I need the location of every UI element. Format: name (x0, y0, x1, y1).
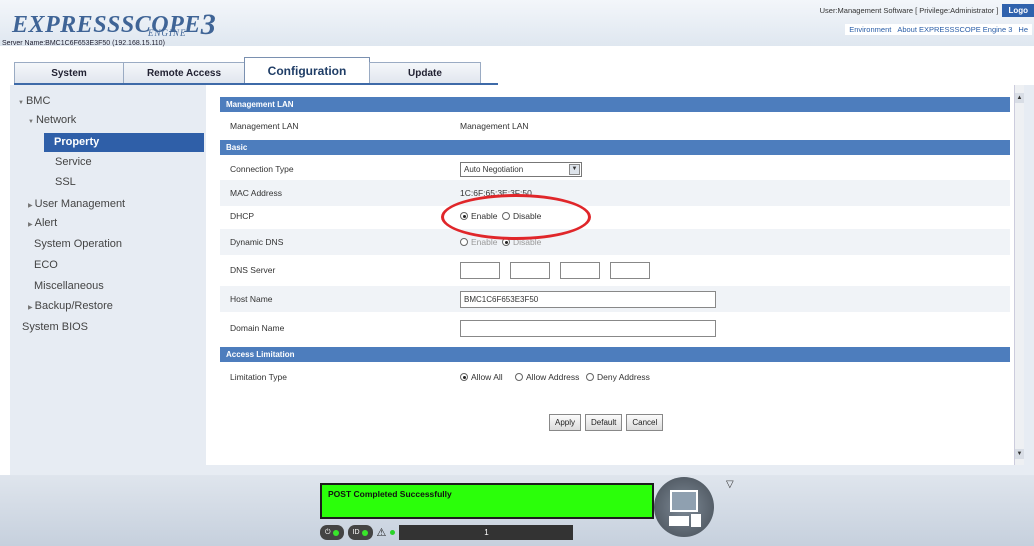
warning-icon: ⚠ (376, 527, 387, 539)
sidebar-item-property[interactable]: Property (44, 133, 204, 152)
status-dropdown-icon[interactable]: ▽ (726, 479, 734, 490)
power-indicator: ⏻ (320, 525, 344, 540)
row-connection-type: Connection Type Auto Negotiation ▼ (220, 156, 1010, 182)
collapsed-icon: ▶ (28, 305, 33, 311)
sidebar: ▼ BMC ▼ Network Property Service SSL ▶ User… (10, 85, 204, 475)
limitation-type-label: Limitation Type (230, 372, 288, 382)
content-panel: Management LAN Management LAN Management… (206, 85, 1024, 465)
status-led-icon (390, 530, 396, 535)
sidebar-item-service[interactable]: Service (55, 156, 92, 168)
scroll-down-icon[interactable]: ▼ (1015, 449, 1024, 459)
help-link[interactable]: He (1018, 25, 1028, 34)
sidebar-item-backup-restore[interactable]: ▶ Backup/Restore (28, 300, 113, 312)
collapsed-icon: ▶ (28, 203, 33, 209)
row-domain-name: Domain Name (220, 315, 1010, 341)
sidebar-item-user-management[interactable]: ▶ User Management (28, 198, 125, 210)
section-header-management-lan: Management LAN (220, 97, 1010, 112)
user-info-bar: User:Management Software [ Privilege:Adm… (820, 4, 1034, 17)
section-header-basic: Basic (220, 140, 1010, 155)
tab-update[interactable]: Update (369, 62, 481, 84)
tab-system[interactable]: System (14, 62, 124, 84)
connection-type-label: Connection Type (230, 164, 294, 174)
dns-octet-4-input[interactable] (610, 262, 650, 279)
user-info: User:Management Software [ Privilege:Adm… (819, 6, 999, 15)
dhcp-label: DHCP (230, 211, 255, 221)
remote-console-icon[interactable] (654, 477, 714, 537)
connection-type-select[interactable]: Auto Negotiation ▼ (460, 162, 582, 177)
main-frame: ▼ BMC ▼ Network Property Service SSL ▶ User… (10, 85, 1034, 475)
dns-octet-2-input[interactable] (510, 262, 550, 279)
led-row: ⏻ ID ⚠ 1 (320, 525, 574, 540)
status-panel: POST Completed Successfully ⏻ ID ⚠ 1 ▽ (312, 475, 734, 546)
environment-link[interactable]: Environment (849, 25, 891, 34)
sidebar-item-eco[interactable]: ECO (34, 259, 58, 271)
row-dynamic-dns: Dynamic DNS Enable Disable (220, 229, 1010, 255)
allow-all-radio[interactable]: Allow All (460, 372, 503, 382)
status-detail-bar: 1 (399, 525, 574, 540)
top-links: Environment About EXPRESSSCOPE Engine 3 … (845, 24, 1032, 35)
sidebar-item-bmc[interactable]: ▼ BMC (18, 95, 50, 107)
domain-name-input[interactable] (460, 320, 716, 337)
expanded-icon: ▼ (18, 100, 24, 106)
tab-remote-access[interactable]: Remote Access (123, 62, 245, 84)
chevron-down-icon[interactable]: ▼ (569, 164, 580, 175)
post-status-display: POST Completed Successfully (320, 483, 654, 519)
cancel-button[interactable]: Cancel (626, 414, 664, 431)
sidebar-item-network[interactable]: ▼ Network (28, 114, 76, 126)
dns-server-label: DNS Server (230, 265, 276, 275)
collapsed-icon: ▶ (28, 222, 33, 228)
default-button[interactable]: Default (585, 414, 623, 431)
tab-bar: System Remote Access Configuration Updat… (0, 52, 1034, 84)
logout-button[interactable]: Logo (1002, 4, 1034, 17)
dns-octet-1-input[interactable] (460, 262, 500, 279)
id-indicator[interactable]: ID (347, 525, 373, 540)
management-lan-label: Management LAN (230, 121, 299, 131)
sidebar-item-alert[interactable]: ▶ Alert (28, 217, 57, 229)
section-header-access-limitation: Access Limitation (220, 347, 1010, 362)
expanded-icon: ▼ (28, 119, 34, 125)
management-lan-value: Management LAN (460, 121, 529, 131)
host-name-input[interactable]: BMC1C6F653E3F50 (460, 291, 716, 308)
about-link[interactable]: About EXPRESSSCOPE Engine 3 (897, 25, 1012, 34)
tab-configuration[interactable]: Configuration (244, 57, 370, 84)
dns-octet-3-input[interactable] (560, 262, 600, 279)
content-scrollbar[interactable]: ▲ ▼ (1014, 85, 1024, 465)
row-limitation-type: Limitation Type Allow All Allow Address … (220, 364, 1010, 390)
sidebar-item-miscellaneous[interactable]: Miscellaneous (34, 280, 104, 292)
server-name: Server Name:BMC1C6F653E3F50 (192.168.15.… (2, 40, 165, 47)
row-dns-server: DNS Server (220, 257, 1010, 283)
sidebar-item-system-bios[interactable]: System BIOS (22, 321, 88, 333)
power-icon: ⏻ (325, 529, 331, 536)
allow-address-radio[interactable]: Allow Address (515, 372, 579, 382)
host-name-label: Host Name (230, 294, 273, 304)
sidebar-item-system-operation[interactable]: System Operation (34, 238, 122, 250)
apply-button[interactable]: Apply (549, 414, 582, 431)
scroll-up-icon[interactable]: ▲ (1015, 93, 1024, 103)
dynamic-dns-label: Dynamic DNS (230, 237, 284, 247)
row-management-lan: Management LAN Management LAN (220, 113, 1010, 139)
action-buttons: Apply Default Cancel (549, 414, 664, 431)
header: EXPRESSSCOPE3 ENGINE Server Name:BMC1C6F… (0, 0, 1034, 47)
deny-address-radio[interactable]: Deny Address (586, 372, 650, 382)
domain-name-label: Domain Name (230, 323, 285, 333)
mac-address-label: MAC Address (230, 188, 282, 198)
row-dhcp: DHCP Enable Disable (220, 203, 1010, 229)
status-bar: POST Completed Successfully ⏻ ID ⚠ 1 ▽ (0, 475, 1034, 546)
row-host-name: Host Name BMC1C6F653E3F50 (220, 286, 1010, 312)
logo-subtitle: ENGINE (148, 28, 187, 38)
sidebar-item-ssl[interactable]: SSL (55, 176, 76, 188)
highlight-circle (441, 194, 591, 240)
